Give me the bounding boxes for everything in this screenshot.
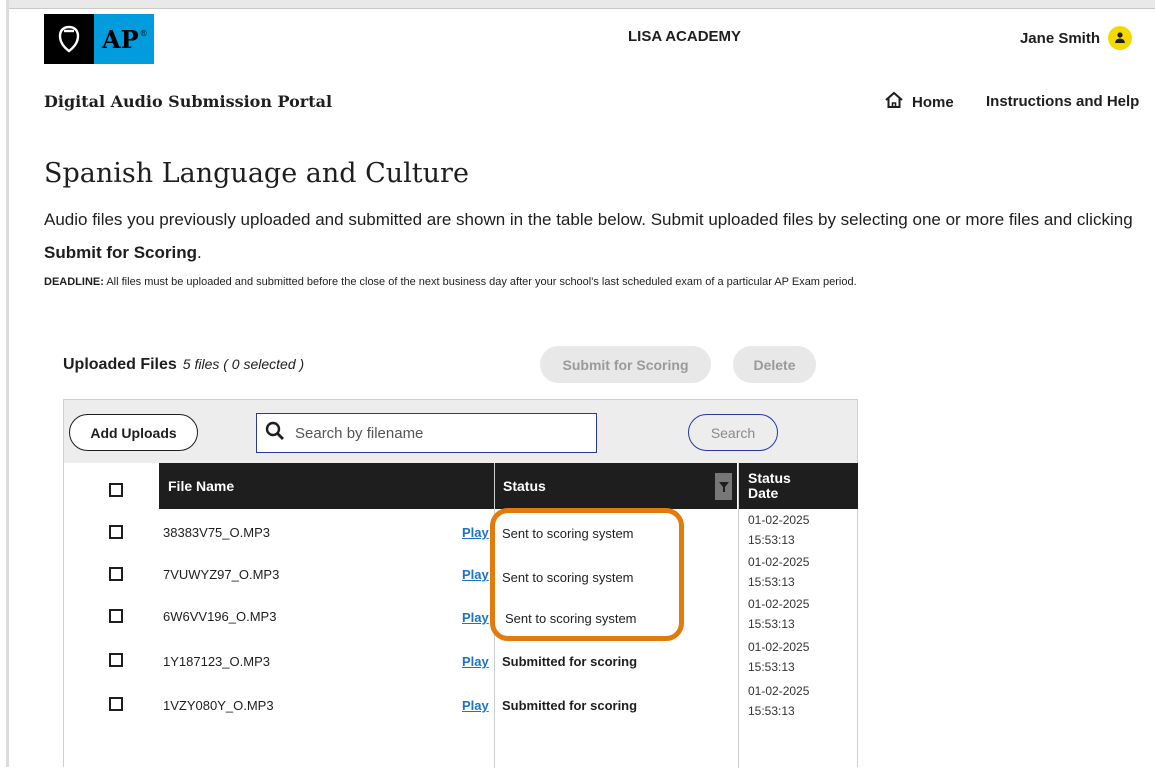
acorn-shield-icon xyxy=(44,14,94,64)
add-uploads-button[interactable]: Add Uploads xyxy=(69,414,198,451)
search-field[interactable] xyxy=(256,413,597,453)
user-menu[interactable]: Jane Smith xyxy=(1020,26,1132,50)
school-name: LISA ACADEMY xyxy=(628,28,742,45)
column-status[interactable]: Status xyxy=(494,463,737,509)
table-row: 1VZY080Y_O.MP3 Play Submitted for scorin… xyxy=(64,682,857,725)
file-name: 7VUWYZ97_O.MP3 xyxy=(163,567,280,582)
row-checkbox[interactable] xyxy=(109,697,123,711)
table-row: 6W6VV196_O.MP3 Play Sent to scoring syst… xyxy=(64,596,857,639)
nav-home-link[interactable]: Home xyxy=(884,91,954,113)
row-checkbox[interactable] xyxy=(109,525,123,539)
column-status-date[interactable]: Status Date xyxy=(739,463,858,509)
play-link[interactable]: Play xyxy=(462,610,489,625)
search-button[interactable]: Search xyxy=(688,414,778,451)
ap-logo[interactable]: AP ® xyxy=(44,14,154,64)
filter-icon[interactable] xyxy=(715,473,732,500)
delete-button[interactable]: Delete xyxy=(733,346,816,383)
table-row: 38383V75_O.MP3 Play Sent to scoring syst… xyxy=(64,510,857,553)
play-link[interactable]: Play xyxy=(462,654,489,669)
file-name: 1Y187123_O.MP3 xyxy=(163,654,270,669)
deadline-notice: DEADLINE: All files must be uploaded and… xyxy=(44,276,857,288)
status-date: 01-02-2025 15:53:13 xyxy=(748,684,810,718)
file-name: 1VZY080Y_O.MP3 xyxy=(163,698,274,713)
play-link[interactable]: Play xyxy=(462,567,489,582)
portal-title: Digital Audio Submission Portal xyxy=(44,92,333,111)
highlight-annotation xyxy=(490,508,684,641)
column-file-name[interactable]: File Name xyxy=(159,463,494,509)
top-bar xyxy=(9,0,1155,9)
nav-home-label: Home xyxy=(912,93,954,111)
table-row: 7VUWYZ97_O.MP3 Play Sent to scoring syst… xyxy=(64,553,857,596)
status-date: 01-02-2025 15:53:13 xyxy=(748,640,810,674)
row-checkbox[interactable] xyxy=(109,567,123,581)
avatar-icon xyxy=(1108,26,1132,50)
search-icon xyxy=(265,421,285,446)
table-row: 1Y187123_O.MP3 Play Submitted for scorin… xyxy=(64,639,857,682)
files-table-panel: Add Uploads Search File Name Status Stat… xyxy=(63,399,858,768)
ap-logo-text: AP ® xyxy=(94,14,154,64)
status-text: Submitted for scoring xyxy=(502,654,638,669)
table-toolbar: Add Uploads Search xyxy=(64,400,857,463)
header-checkbox-cell xyxy=(64,463,159,509)
play-link[interactable]: Play xyxy=(462,698,489,713)
uploaded-files-heading: Uploaded Files 5 files ( 0 selected ) xyxy=(63,356,305,373)
submit-for-scoring-button[interactable]: Submit for Scoring xyxy=(540,346,711,383)
left-border xyxy=(6,0,9,767)
page-title: Spanish Language and Culture xyxy=(44,158,469,189)
row-checkbox[interactable] xyxy=(109,609,123,623)
status-text: Submitted for scoring xyxy=(502,698,638,713)
row-checkbox[interactable] xyxy=(109,653,123,667)
nav-help-link[interactable]: Instructions and Help xyxy=(986,93,1139,110)
select-all-checkbox[interactable] xyxy=(109,483,123,497)
search-input[interactable] xyxy=(293,423,577,443)
selection-count: 5 files ( 0 selected ) xyxy=(182,356,305,372)
status-date: 01-02-2025 15:53:13 xyxy=(748,597,810,631)
status-date: 01-02-2025 15:53:13 xyxy=(748,555,810,589)
status-date: 01-02-2025 15:53:13 xyxy=(748,513,810,547)
play-link[interactable]: Play xyxy=(462,525,489,540)
home-icon xyxy=(884,91,904,113)
intro-text: Audio files you previously uploaded and … xyxy=(44,210,1133,262)
user-name: Jane Smith xyxy=(1019,29,1100,47)
file-name: 6W6VV196_O.MP3 xyxy=(163,609,277,624)
file-name: 38383V75_O.MP3 xyxy=(163,525,270,540)
